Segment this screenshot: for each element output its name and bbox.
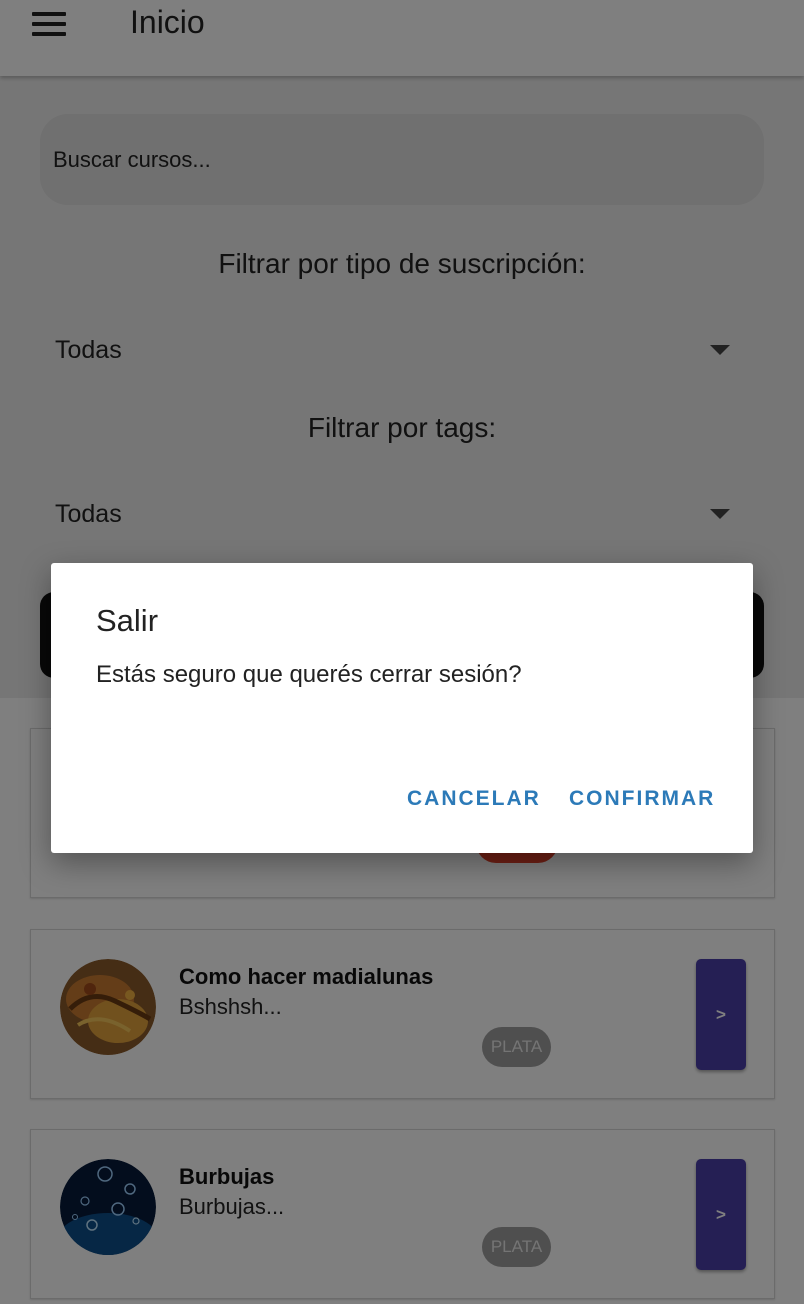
dialog-message: Estás seguro que querés cerrar sesión?	[96, 661, 522, 688]
confirm-button[interactable]: CONFIRMAR	[569, 787, 715, 811]
dialog-title: Salir	[96, 603, 159, 638]
cancel-button[interactable]: CANCELAR	[407, 787, 541, 811]
app-screen: Inicio Filtrar por tipo de suscripción: …	[0, 0, 804, 1304]
logout-dialog: Salir Estás seguro que querés cerrar ses…	[51, 563, 753, 853]
